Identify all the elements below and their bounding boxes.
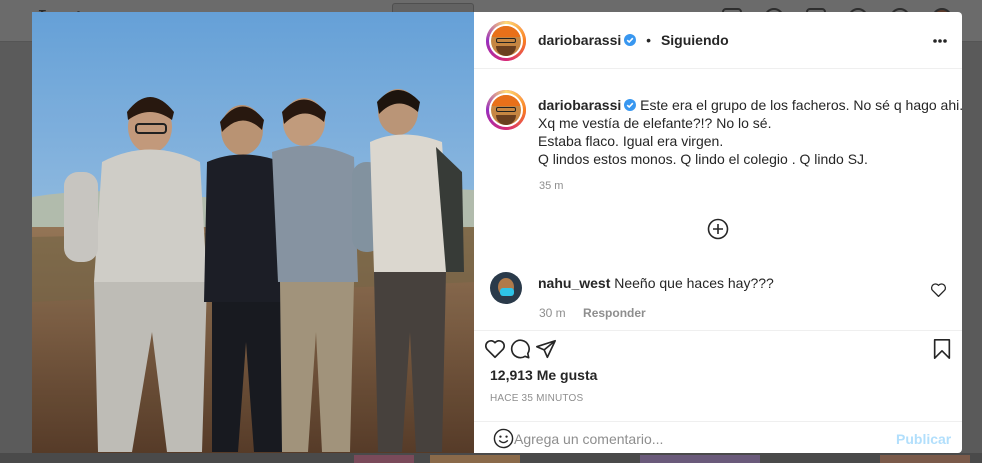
heart-icon[interactable] — [484, 338, 506, 360]
background-thumbnail — [640, 455, 760, 463]
caption-timestamp: 35 m — [539, 180, 564, 192]
commenter-username[interactable]: nahu_west — [538, 275, 610, 291]
post-caption: dariobarassi Este era el grupo de los fa… — [538, 96, 963, 168]
bookmark-icon[interactable] — [932, 338, 952, 360]
author-username[interactable]: dariobarassi — [538, 32, 621, 48]
comment-meta: 30 m Responder — [539, 306, 646, 320]
comment-icon[interactable] — [509, 338, 531, 360]
comment-input[interactable] — [514, 429, 874, 449]
header-user-line: dariobarassi • Siguiendo — [538, 32, 729, 48]
background-thumbnail — [430, 455, 520, 463]
caption-author-avatar-image — [489, 93, 523, 127]
separator-dot: • — [646, 32, 652, 48]
post-actions: 12,913 Me gusta HACE 35 MINUTOS Publicar — [474, 330, 962, 453]
commenter-avatar[interactable] — [490, 272, 522, 304]
verified-badge-icon — [624, 34, 637, 46]
plus-circle-icon[interactable] — [707, 218, 729, 240]
post-photo[interactable] — [32, 12, 474, 453]
caption-line: Q lindos estos monos. Q lindo el colegio… — [538, 151, 868, 167]
post-photo-image — [32, 12, 474, 453]
comment-timestamp: 30 m — [539, 306, 566, 320]
author-avatar[interactable] — [486, 21, 526, 61]
post-timestamp: HACE 35 MINUTOS — [490, 393, 584, 404]
verified-badge-icon — [624, 99, 637, 111]
caption-line: Xq me vestía de elefante?!? No lo sé. — [538, 115, 772, 131]
caption-author-avatar[interactable] — [486, 90, 526, 130]
likes-count[interactable]: 12,913 Me gusta — [490, 367, 597, 383]
paper-plane-icon[interactable] — [535, 338, 557, 360]
caption-username[interactable]: dariobarassi — [538, 97, 621, 113]
caption-line: Estaba flaco. Igual era virgen. — [538, 133, 724, 149]
add-comment-bar: Publicar — [474, 421, 962, 454]
publish-button[interactable]: Publicar — [896, 431, 951, 447]
emoji-icon[interactable] — [493, 428, 514, 449]
reply-button[interactable]: Responder — [583, 306, 646, 320]
post-details-panel: dariobarassi • Siguiendo dariobarassi Es… — [474, 12, 963, 453]
caption-line: Este era el grupo de los facheros. No sé… — [640, 97, 964, 113]
background-thumbnail — [880, 455, 970, 463]
comment-body: nahu_west Neeño que haces hay??? — [538, 275, 774, 291]
comment-text: Neeño que haces hay??? — [614, 275, 774, 291]
background-left-strip — [0, 42, 32, 463]
following-button[interactable]: Siguiendo — [661, 32, 729, 48]
author-avatar-image — [489, 24, 523, 58]
comment-like-heart-icon[interactable] — [930, 282, 947, 298]
more-options-icon[interactable] — [932, 38, 948, 44]
background-thumbnail — [354, 455, 414, 463]
post-header: dariobarassi • Siguiendo — [474, 12, 962, 69]
